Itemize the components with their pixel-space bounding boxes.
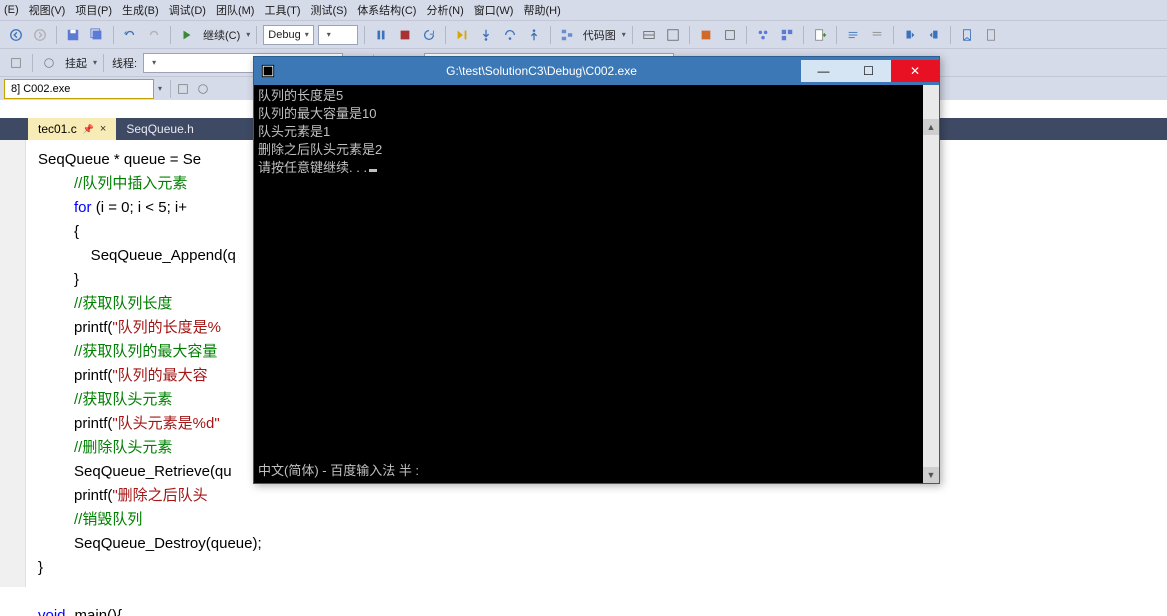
console-close-button[interactable]: ✕ bbox=[891, 60, 939, 82]
config-combo[interactable]: Debug▾ bbox=[263, 25, 313, 45]
bookmark-prev-icon[interactable] bbox=[900, 25, 920, 45]
continue-button[interactable] bbox=[177, 25, 197, 45]
process-extra2-icon[interactable] bbox=[193, 79, 213, 99]
delete-bookmark-icon[interactable] bbox=[981, 25, 1001, 45]
codemap-label: 代码图 bbox=[581, 27, 618, 43]
suspend-label: 挂起 bbox=[63, 55, 89, 71]
uncomment-icon[interactable] bbox=[867, 25, 887, 45]
toolbox-icon4[interactable] bbox=[720, 25, 740, 45]
step-out-button[interactable] bbox=[524, 25, 544, 45]
console-maximize-button[interactable]: ☐ bbox=[846, 60, 891, 82]
toggle-bookmark-icon[interactable] bbox=[957, 25, 977, 45]
menu-team[interactable]: 团队(M) bbox=[216, 2, 255, 18]
menu-help[interactable]: 帮助(H) bbox=[523, 2, 560, 18]
console-titlebar[interactable]: G:\test\SolutionC3\Debug\C002.exe — ☐ ✕ bbox=[254, 57, 939, 85]
process-dropdown-icon[interactable]: ▾ bbox=[158, 84, 162, 93]
codemap-dropdown-icon[interactable]: ▾ bbox=[622, 30, 626, 39]
menu-project[interactable]: 项目(P) bbox=[75, 2, 112, 18]
redo-button[interactable] bbox=[144, 25, 164, 45]
pause-button[interactable] bbox=[371, 25, 391, 45]
console-window: G:\test\SolutionC3\Debug\C002.exe — ☐ ✕ … bbox=[253, 56, 940, 484]
process-name-box[interactable]: 8] C002.exe bbox=[4, 79, 154, 99]
menu-debug[interactable]: 调试(D) bbox=[169, 2, 206, 18]
new-item-icon[interactable] bbox=[810, 25, 830, 45]
tab-tec01-c[interactable]: tec01.c 📌 × bbox=[28, 118, 116, 140]
bookmark-next-icon[interactable] bbox=[924, 25, 944, 45]
comment-out-icon[interactable] bbox=[843, 25, 863, 45]
cursor-icon bbox=[369, 169, 377, 172]
menu-analyze[interactable]: 分析(N) bbox=[426, 2, 463, 18]
toolbox-icon1[interactable] bbox=[639, 25, 659, 45]
step-into-button[interactable] bbox=[476, 25, 496, 45]
toolbar-main: 继续(C) ▾ Debug▾ ▾ 代码图 ▾ bbox=[0, 20, 1167, 48]
suspend-dropdown-icon[interactable]: ▾ bbox=[93, 58, 97, 67]
object-browser-icon[interactable] bbox=[777, 25, 797, 45]
tab-close-icon[interactable]: × bbox=[100, 123, 106, 135]
menu-architecture[interactable]: 体系结构(C) bbox=[357, 2, 416, 18]
stop-button[interactable] bbox=[395, 25, 415, 45]
menu-bar: (E) 视图(V) 项目(P) 生成(B) 调试(D) 团队(M) 工具(T) … bbox=[0, 0, 1167, 20]
save-all-button[interactable] bbox=[87, 25, 107, 45]
codemap-icon[interactable] bbox=[557, 25, 577, 45]
scroll-down-icon[interactable]: ▼ bbox=[923, 467, 939, 483]
menu-tools[interactable]: 工具(T) bbox=[264, 2, 300, 18]
scroll-up-icon[interactable]: ▲ bbox=[923, 119, 939, 135]
tab-seqqueue-h[interactable]: SeqQueue.h bbox=[116, 118, 203, 140]
toolbox-icon2[interactable] bbox=[663, 25, 683, 45]
menu-test[interactable]: 测试(S) bbox=[311, 2, 348, 18]
save-button[interactable] bbox=[63, 25, 83, 45]
console-scrollbar[interactable]: ▲ ▼ bbox=[923, 85, 939, 483]
ime-status: 中文(简体) - 百度输入法 半 : bbox=[258, 462, 419, 479]
continue-dropdown-icon[interactable]: ▾ bbox=[246, 30, 250, 39]
process-icon[interactable] bbox=[6, 53, 26, 73]
console-output[interactable]: 队列的长度是5 队列的最大容量是10 队头元素是1 删除之后队头元素是2 请按任… bbox=[254, 85, 939, 483]
tab-label: SeqQueue.h bbox=[126, 122, 193, 136]
console-app-icon bbox=[254, 64, 282, 78]
menu-edit[interactable]: (E) bbox=[4, 4, 19, 16]
toolbox-icon3[interactable] bbox=[696, 25, 716, 45]
thread-label: 线程: bbox=[110, 55, 139, 71]
platform-combo[interactable]: ▾ bbox=[318, 25, 358, 45]
class-view-icon[interactable] bbox=[753, 25, 773, 45]
suspend-icon[interactable] bbox=[39, 53, 59, 73]
console-minimize-button[interactable]: — bbox=[801, 60, 846, 82]
process-extra1-icon[interactable] bbox=[173, 79, 193, 99]
show-next-stmt-button[interactable] bbox=[452, 25, 472, 45]
menu-view[interactable]: 视图(V) bbox=[29, 2, 66, 18]
console-title-text: G:\test\SolutionC3\Debug\C002.exe bbox=[282, 64, 801, 78]
nav-forward-button[interactable] bbox=[30, 25, 50, 45]
pin-icon[interactable]: 📌 bbox=[83, 124, 94, 135]
restart-button[interactable] bbox=[419, 25, 439, 45]
nav-back-button[interactable] bbox=[6, 25, 26, 45]
undo-button[interactable] bbox=[120, 25, 140, 45]
continue-label: 继续(C) bbox=[201, 27, 242, 43]
editor-margin bbox=[0, 140, 26, 587]
menu-window[interactable]: 窗口(W) bbox=[474, 2, 514, 18]
tab-label: tec01.c bbox=[38, 122, 77, 136]
step-over-button[interactable] bbox=[500, 25, 520, 45]
menu-build[interactable]: 生成(B) bbox=[122, 2, 159, 18]
